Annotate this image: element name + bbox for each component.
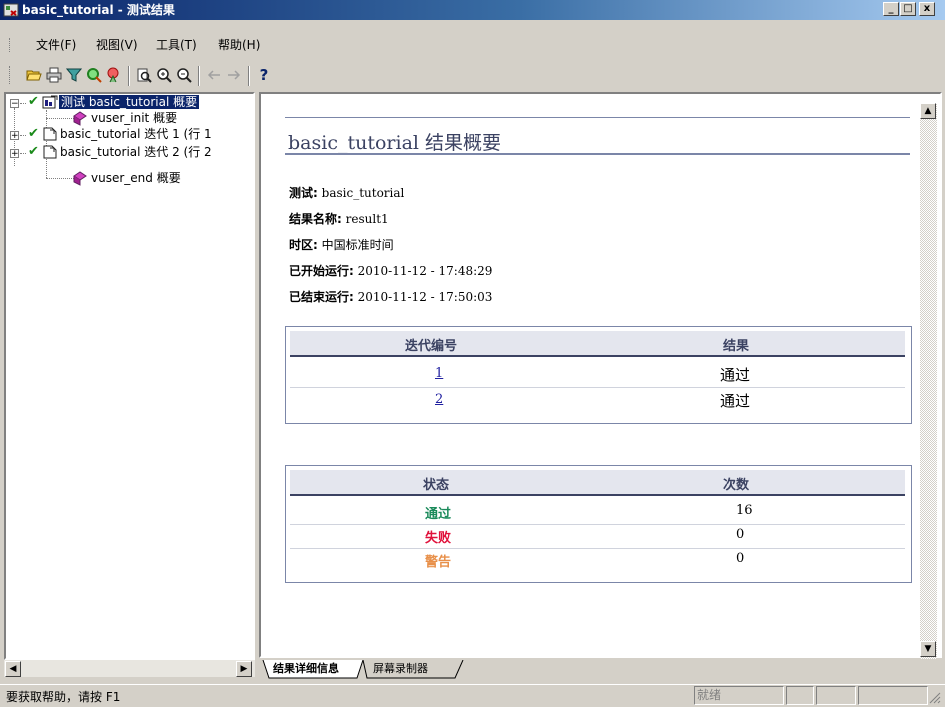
maximize-button[interactable]: □ (900, 2, 916, 16)
pass-check-icon: ✔ (28, 94, 39, 109)
tab-screen-recorder[interactable]: 屏幕录制器 (373, 660, 428, 678)
iteration-icon (43, 145, 57, 159)
tree-panel[interactable]: − ✔ 测试 basic_tutorial 概要 vuser_init 概要 +… (4, 92, 255, 660)
tab-strip: 结果详细信息 屏幕录制器 (259, 660, 942, 680)
column-header-iteration: 迭代编号 (405, 339, 458, 354)
print-icon[interactable] (45, 66, 63, 84)
info-timezone: 时区: 中国标准时间 (289, 238, 394, 252)
menu-grip (9, 38, 12, 52)
table-row: 1 通过 (290, 363, 905, 388)
close-button[interactable]: x (919, 2, 935, 16)
status-warning: 警告 (425, 555, 452, 570)
tree-line (20, 103, 26, 104)
table-header: 迭代编号 结果 (290, 331, 905, 357)
pass-check-icon: ✔ (28, 144, 39, 159)
column-header-count: 次数 (723, 478, 750, 493)
scroll-up-icon[interactable]: ▲ (920, 103, 936, 119)
scroll-left-icon[interactable]: ◀ (5, 661, 21, 677)
tree-line (46, 118, 74, 119)
page-title: basic_tutorial 结果概要 (288, 132, 502, 154)
table-row: 通过 16 (290, 500, 905, 525)
pass-check-icon: ✔ (28, 126, 39, 141)
app-icon (3, 3, 19, 17)
report-vertical-scrollbar[interactable]: ▲ ▼ (920, 103, 937, 659)
zoom-out-icon[interactable] (175, 66, 193, 84)
tree-node-iteration-1[interactable]: basic_tutorial 迭代 1 (行 1 (60, 126, 212, 142)
status-pane (858, 686, 928, 705)
preview-icon[interactable] (135, 66, 153, 84)
column-header-result: 结果 (723, 339, 750, 354)
menu-view[interactable]: 视图(V) (96, 37, 138, 53)
expand-icon[interactable]: + (10, 149, 19, 159)
tree-horizontal-scrollbar[interactable]: ◀ ▶ (4, 660, 255, 677)
toolbar-separator (198, 66, 200, 86)
status-table: 状态 次数 通过 16 失败 0 警告 0 (285, 465, 912, 583)
back-arrow-icon[interactable] (205, 66, 223, 84)
menu-help[interactable]: 帮助(H) (218, 37, 260, 53)
toolbar-grip (9, 66, 12, 84)
iteration-link[interactable]: 2 (435, 392, 443, 407)
scroll-right-icon[interactable]: ▶ (236, 661, 252, 677)
count-warning: 0 (736, 551, 745, 566)
column-header-status: 状态 (423, 478, 450, 493)
title-bar[interactable]: basic_tutorial - 测试结果 _ □ x (0, 0, 945, 20)
status-passed: 通过 (425, 507, 452, 522)
table-row: 2 通过 (290, 389, 905, 413)
tab-result-details[interactable]: 结果详细信息 (273, 660, 339, 678)
status-pane (816, 686, 856, 705)
toolbar-separator (248, 66, 250, 86)
heading-rule (285, 117, 910, 118)
tree-line (46, 178, 74, 179)
tree-line (20, 153, 26, 154)
iteration-result: 通过 (720, 392, 751, 410)
find-icon[interactable] (85, 66, 103, 84)
iteration-link[interactable]: 1 (435, 366, 443, 381)
zoom-in-icon[interactable] (155, 66, 173, 84)
menu-bar: 文件(F) 视图(V) 工具(T) 帮助(H) (0, 32, 945, 58)
open-folder-icon[interactable] (25, 66, 43, 84)
scroll-down-icon[interactable]: ▼ (920, 641, 936, 657)
script-action-icon (73, 111, 87, 126)
table-header: 状态 次数 (290, 470, 905, 496)
filter-icon[interactable] (65, 66, 83, 84)
count-failed: 0 (736, 527, 745, 542)
iterations-table: 迭代编号 结果 1 通过 2 通过 (285, 326, 912, 424)
collapse-icon[interactable]: − (10, 99, 19, 109)
info-test: 测试: basic_tutorial (289, 186, 405, 200)
toolbar-separator (128, 66, 130, 86)
resize-grip-icon[interactable] (929, 692, 941, 704)
menu-tools[interactable]: 工具(T) (156, 37, 197, 53)
iteration-icon (43, 127, 57, 141)
info-end-time: 已结束运行: 2010-11-12 - 17:50:03 (289, 290, 493, 304)
info-start-time: 已开始运行: 2010-11-12 - 17:48:29 (289, 264, 493, 278)
iteration-result: 通过 (720, 366, 751, 384)
expand-icon[interactable]: + (10, 131, 19, 141)
heading-rule (285, 153, 910, 155)
status-pane-ready: 就绪 (694, 686, 784, 705)
count-passed: 16 (736, 503, 753, 518)
tree-node-iteration-2[interactable]: basic_tutorial 迭代 2 (行 2 (60, 144, 212, 160)
table-row: 失败 0 (290, 524, 905, 549)
tree-line (20, 135, 26, 136)
info-result-name: 结果名称: result1 (289, 212, 389, 226)
tree-node-vuser-end[interactable]: vuser_end 概要 (91, 170, 181, 186)
test-summary-icon (42, 95, 58, 109)
tree-node-test-summary[interactable]: 测试 basic_tutorial 概要 (59, 94, 200, 110)
minimize-button[interactable]: _ (883, 2, 899, 16)
status-message: 要获取帮助，请按 F1 (6, 690, 121, 704)
window-title: basic_tutorial - 测试结果 (22, 3, 175, 17)
forward-arrow-icon[interactable] (225, 66, 243, 84)
help-icon[interactable]: ? (255, 66, 273, 84)
menu-file[interactable]: 文件(F) (36, 37, 76, 53)
script-action-icon (73, 171, 87, 186)
find-person-icon[interactable] (105, 66, 123, 84)
tree-node-vuser-init[interactable]: vuser_init 概要 (91, 110, 177, 126)
table-row: 警告 0 (290, 548, 905, 572)
status-pane (786, 686, 814, 705)
status-failed: 失败 (425, 531, 452, 546)
